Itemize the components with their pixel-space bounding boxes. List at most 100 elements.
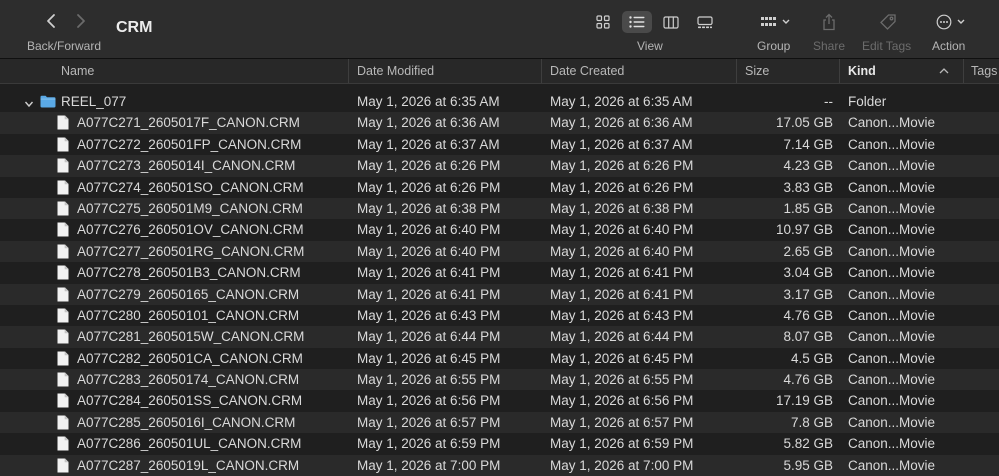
file-kind: Canon...Movie (848, 286, 936, 302)
file-size: 3.17 GB (783, 286, 833, 302)
file-name: A077C277_260501RG_CANON.CRM (77, 243, 305, 259)
document-icon (57, 458, 69, 473)
gallery-icon[interactable] (690, 11, 720, 33)
header-kind[interactable]: Kind (839, 59, 963, 83)
file-kind: Canon...Movie (848, 436, 936, 452)
file-date-created: May 1, 2026 at 6:40 PM (550, 222, 694, 238)
document-icon (57, 137, 69, 152)
folder-date-created: May 1, 2026 at 6:35 AM (550, 94, 693, 109)
file-date-modified: May 1, 2026 at 6:38 PM (357, 200, 501, 216)
file-date-modified: May 1, 2026 at 6:36 AM (357, 115, 500, 131)
file-size: 17.19 GB (775, 393, 833, 409)
file-name: A077C284_260501SS_CANON.CRM (77, 393, 303, 409)
file-row[interactable]: A077C274_260501SO_CANON.CRM May 1, 2026 a… (0, 177, 999, 198)
file-name: A077C283_26050174_CANON.CRM (77, 372, 300, 388)
file-date-modified: May 1, 2026 at 7:00 PM (357, 457, 501, 473)
file-kind: Canon...Movie (848, 136, 936, 152)
file-size: 7.14 GB (783, 136, 833, 152)
file-row[interactable]: A077C277_260501RG_CANON.CRM May 1, 2026 a… (0, 240, 999, 263)
file-row[interactable]: A077C284_260501SS_CANON.CRM May 1, 2026 a… (0, 390, 999, 411)
file-row[interactable]: A077C273_2605014I_CANON.CRM May 1, 2026 a… (0, 155, 999, 177)
share-icon[interactable] (820, 11, 838, 33)
group-label: Group (757, 39, 791, 53)
file-date-created: May 1, 2026 at 6:36 AM (550, 115, 693, 131)
file-kind: Canon...Movie (848, 350, 936, 366)
file-size: 3.83 GB (783, 179, 833, 195)
file-row[interactable]: A077C276_260501OV_CANON.CRM May 1, 2026 a… (0, 219, 999, 240)
back-forward-group (44, 10, 88, 32)
file-name: A077C280_26050101_CANON.CRM (77, 307, 300, 323)
list-icon[interactable] (622, 11, 652, 33)
file-row[interactable]: A077C281_2605015W_CANON.CRM May 1, 2026 a… (0, 326, 999, 348)
file-date-created: May 1, 2026 at 6:41 PM (550, 265, 694, 281)
document-icon (57, 351, 69, 366)
file-row[interactable]: A077C272_260501FP_CANON.CRM May 1, 2026 a… (0, 134, 999, 155)
document-icon (57, 415, 69, 430)
chevron-right-icon[interactable] (74, 10, 88, 32)
columns-icon[interactable] (656, 11, 686, 33)
file-row[interactable]: A077C282_260501CA_CANON.CRM May 1, 2026 a… (0, 348, 999, 369)
file-row[interactable]: A077C279_26050165_CANON.CRM May 1, 2026 a… (0, 283, 999, 305)
file-row[interactable]: A077C285_2605016I_CANON.CRM May 1, 2026 a… (0, 411, 999, 434)
header-size[interactable]: Size (736, 59, 839, 83)
file-kind: Canon...Movie (848, 115, 936, 131)
header-kind-label: Kind (848, 64, 876, 78)
folder-row[interactable]: REEL_077 May 1, 2026 at 6:35 AM May 1, 2… (0, 91, 999, 112)
document-icon (57, 158, 69, 173)
file-row[interactable]: A077C275_260501M9_CANON.CRM May 1, 2026 a… (0, 197, 999, 220)
file-size: 10.97 GB (775, 222, 833, 238)
file-date-modified: May 1, 2026 at 6:40 PM (357, 222, 501, 238)
group-grid-icon[interactable] (758, 11, 792, 33)
file-size: 17.05 GB (775, 115, 833, 131)
tag-icon[interactable] (877, 11, 899, 33)
header-name[interactable]: Name (61, 59, 346, 83)
file-kind: Canon...Movie (848, 158, 936, 174)
disclosure-triangle-icon[interactable] (24, 97, 34, 108)
header-date-created[interactable]: Date Created (541, 59, 736, 83)
file-row[interactable]: A077C283_26050174_CANON.CRM May 1, 2026 a… (0, 369, 999, 391)
file-kind: Canon...Movie (848, 414, 936, 430)
file-size: 4.23 GB (783, 158, 833, 174)
file-name: A077C278_260501B3_CANON.CRM (77, 265, 301, 281)
folder-kind: Folder (848, 94, 887, 109)
file-size: 4.5 GB (790, 350, 833, 366)
file-date-modified: May 1, 2026 at 6:55 PM (357, 372, 501, 388)
file-date-created: May 1, 2026 at 6:55 PM (550, 372, 694, 388)
document-icon (57, 436, 69, 451)
file-size: 4.76 GB (783, 372, 833, 388)
file-date-created: May 1, 2026 at 6:45 PM (550, 350, 694, 366)
file-date-created: May 1, 2026 at 6:26 PM (550, 158, 694, 174)
file-row[interactable]: A077C287_2605019L_CANON.CRM May 1, 2026 a… (0, 454, 999, 476)
file-row[interactable]: A077C271_2605017F_CANON.CRM May 1, 2026 a… (0, 112, 999, 134)
file-row[interactable]: A077C280_26050101_CANON.CRM May 1, 2026 a… (0, 305, 999, 326)
file-date-created: May 1, 2026 at 6:56 PM (550, 393, 694, 409)
share-label: Share (813, 39, 846, 53)
grid-icon[interactable] (588, 11, 618, 33)
file-date-modified: May 1, 2026 at 6:44 PM (357, 329, 501, 345)
header-tags[interactable]: Tags (963, 59, 999, 83)
back-forward-label: Back/Forward (27, 39, 102, 53)
file-date-created: May 1, 2026 at 6:40 PM (550, 243, 694, 259)
file-kind: Canon...Movie (848, 372, 936, 388)
file-date-created: May 1, 2026 at 6:59 PM (550, 436, 694, 452)
document-icon (57, 180, 69, 195)
folder-name: REEL_077 (61, 94, 127, 109)
file-kind: Canon...Movie (848, 222, 936, 238)
chevron-left-icon[interactable] (44, 10, 58, 32)
folder-date-modified: May 1, 2026 at 6:35 AM (357, 94, 500, 109)
file-row[interactable]: A077C278_260501B3_CANON.CRM May 1, 2026 a… (0, 262, 999, 283)
file-kind: Canon...Movie (848, 243, 936, 259)
file-name: A077C274_260501SO_CANON.CRM (77, 179, 304, 195)
file-row[interactable]: A077C286_260501UL_CANON.CRM May 1, 2026 a… (0, 433, 999, 454)
ellipsis-circle-icon[interactable] (934, 11, 968, 33)
document-icon (57, 265, 69, 280)
folder-size: -- (824, 94, 833, 109)
folder-icon (40, 95, 56, 108)
file-kind: Canon...Movie (848, 179, 936, 195)
header-date-modified[interactable]: Date Modified (348, 59, 541, 83)
file-date-modified: May 1, 2026 at 6:40 PM (357, 243, 501, 259)
file-date-modified: May 1, 2026 at 6:43 PM (357, 307, 501, 323)
file-size: 4.76 GB (783, 307, 833, 323)
file-name: A077C279_26050165_CANON.CRM (77, 286, 300, 302)
file-date-modified: May 1, 2026 at 6:37 AM (357, 136, 500, 152)
